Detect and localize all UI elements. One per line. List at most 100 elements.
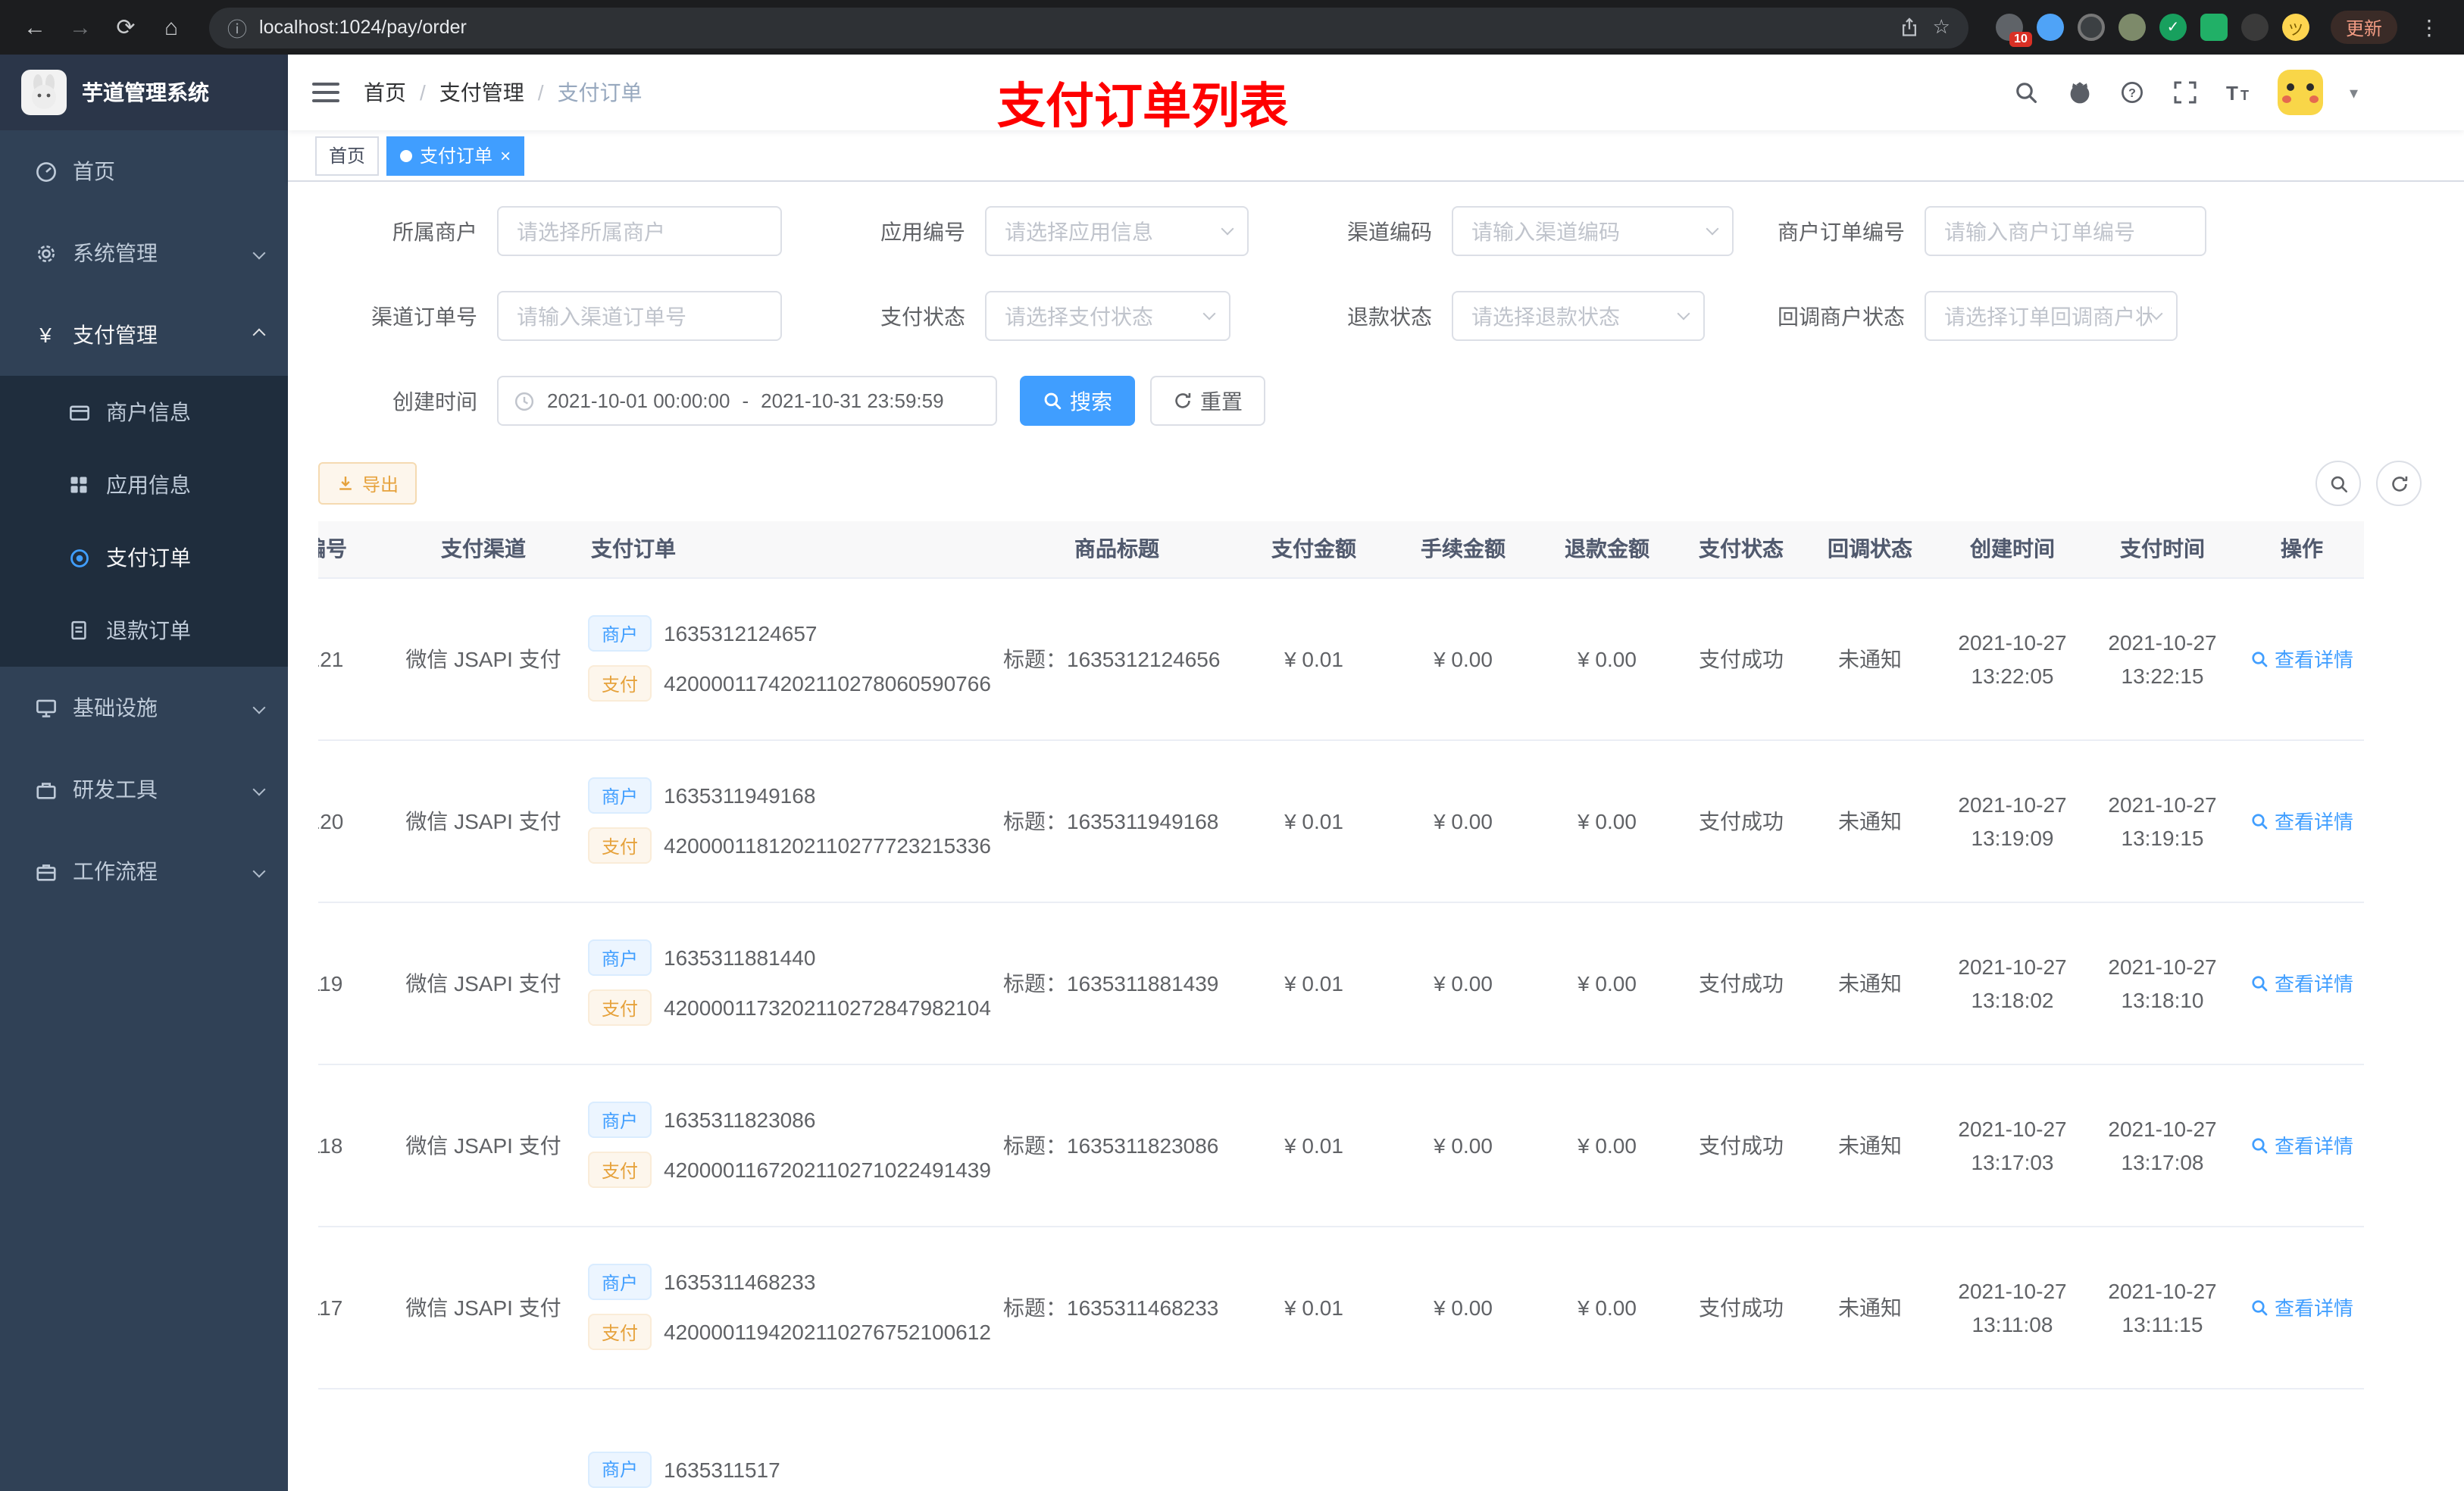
sidebar-item-home[interactable]: 首页 bbox=[0, 130, 288, 212]
create-date: 2021-10-27 bbox=[1958, 954, 2067, 978]
export-button[interactable]: 导出 bbox=[318, 462, 417, 505]
pay-tag: 支付 bbox=[588, 1314, 652, 1350]
view-detail-label: 查看详情 bbox=[2274, 973, 2353, 996]
logo-area[interactable]: 芋道管理系统 bbox=[0, 55, 288, 130]
app-select[interactable]: 请选择应用信息 bbox=[985, 206, 1249, 256]
browser-update-button[interactable]: 更新 bbox=[2330, 11, 2397, 44]
toggle-search-button[interactable] bbox=[2315, 461, 2361, 506]
fullscreen-icon[interactable] bbox=[2172, 79, 2200, 106]
pay-status-select[interactable]: 请选择支付状态 bbox=[985, 291, 1230, 341]
pay-channel: 微信 JSAPI 支付 bbox=[394, 1064, 573, 1227]
fee-amount: ¥ 0.00 bbox=[1391, 1226, 1535, 1389]
pay-amount: ¥ 0.01 bbox=[1237, 577, 1391, 740]
forward-icon[interactable]: → bbox=[61, 8, 100, 47]
merchant-order-no: 1635311949168 bbox=[664, 783, 816, 808]
sidebar-item-system[interactable]: 系统管理 bbox=[0, 212, 288, 294]
extension-grid-icon[interactable]: 10 bbox=[1995, 14, 2032, 47]
sidebar-item-refund-order[interactable]: 退款订单 bbox=[0, 594, 288, 667]
sidebar-item-pay-order[interactable]: 支付订单 bbox=[0, 521, 288, 594]
sidebar-item-label: 商户信息 bbox=[106, 400, 191, 424]
merchant-order-no-input[interactable] bbox=[1925, 206, 2206, 256]
export-button-label: 导出 bbox=[362, 474, 399, 495]
home-icon[interactable]: ⌂ bbox=[152, 8, 191, 47]
merchant-tag: 商户 bbox=[588, 1102, 652, 1138]
help-icon[interactable]: ? bbox=[2119, 79, 2147, 106]
extension-circle-icon[interactable] bbox=[2118, 14, 2146, 41]
filter-row-3: 创建时间 2021-10-01 00:00:00 - 2021-10-31 23… bbox=[318, 376, 2434, 426]
dashboard-icon bbox=[33, 159, 58, 183]
pay-time: 13:17:08 bbox=[2121, 1149, 2204, 1174]
breadcrumb: 首页 / 支付管理 / 支付订单 bbox=[364, 77, 643, 108]
notify-status-select[interactable]: 请选择订单回调商户状态 bbox=[1925, 291, 2178, 341]
tab-home[interactable]: 首页 bbox=[315, 136, 380, 175]
github-icon[interactable] bbox=[2066, 79, 2093, 106]
search-icon[interactable] bbox=[2013, 79, 2040, 106]
merchant-tag: 商户 bbox=[588, 615, 652, 652]
action-cell: 查看详情 bbox=[2237, 739, 2364, 902]
sidebar-item-workflow[interactable]: 工作流程 bbox=[0, 830, 288, 912]
breadcrumb-home[interactable]: 首页 bbox=[364, 77, 406, 108]
sidebar-item-infra[interactable]: 基础设施 bbox=[0, 667, 288, 749]
extension-ring-icon[interactable] bbox=[2077, 14, 2105, 41]
reset-button[interactable]: 重置 bbox=[1150, 376, 1265, 426]
extension-smiley-icon[interactable]: ツ bbox=[2281, 14, 2309, 41]
font-size-icon[interactable]: TT bbox=[2225, 79, 2253, 106]
share-icon[interactable] bbox=[1900, 17, 1921, 38]
refund-status-select[interactable]: 请选择退款状态 bbox=[1452, 291, 1705, 341]
search-button[interactable]: 搜索 bbox=[1020, 376, 1135, 426]
search-icon bbox=[2252, 1299, 2268, 1315]
reload-icon[interactable]: ⟳ bbox=[106, 8, 145, 47]
merchant-input[interactable] bbox=[497, 206, 782, 256]
back-icon[interactable]: ← bbox=[15, 8, 55, 47]
create-time-range-picker[interactable]: 2021-10-01 00:00:00 - 2021-10-31 23:59:5… bbox=[497, 376, 997, 426]
pay-order-line: 支付 4200001167202110271022491439 bbox=[588, 1152, 991, 1188]
notify-status: 未通知 bbox=[1803, 1226, 1937, 1389]
merchant-order-no: 1635311823086 bbox=[664, 1108, 816, 1132]
sidebar-item-app-info[interactable]: 应用信息 bbox=[0, 449, 288, 521]
pay-time: 13:19:15 bbox=[2121, 825, 2204, 849]
caret-down-icon[interactable]: ▾ bbox=[2350, 83, 2358, 102]
view-detail-link[interactable]: 查看详情 bbox=[2250, 1293, 2353, 1321]
extension-chat-icon[interactable] bbox=[2200, 14, 2228, 41]
toolbox-icon bbox=[33, 777, 58, 802]
sidebar-item-payment[interactable]: ¥ 支付管理 bbox=[0, 294, 288, 376]
refresh-table-button[interactable] bbox=[2376, 461, 2422, 506]
sidebar-item-dev-tools[interactable]: 研发工具 bbox=[0, 749, 288, 830]
browser-menu-icon[interactable]: ⋮ bbox=[2409, 14, 2449, 40]
select-placeholder: 请选择应用信息 bbox=[1005, 219, 1153, 243]
channel-code-select[interactable]: 请输入渠道编码 bbox=[1452, 206, 1734, 256]
pay-date: 2021-10-27 bbox=[2108, 954, 2217, 978]
tab-pay-order[interactable]: 支付订单 × bbox=[386, 136, 525, 175]
view-detail-link[interactable]: 查看详情 bbox=[2250, 1130, 2353, 1159]
hamburger-icon[interactable] bbox=[288, 80, 364, 105]
close-icon[interactable]: × bbox=[500, 146, 511, 164]
logo-avatar bbox=[21, 70, 67, 115]
merchant-label: 所属商户 bbox=[392, 219, 477, 243]
create-date: 2021-10-27 bbox=[1958, 630, 2067, 654]
address-bar[interactable]: ⓘ localhost:1024/pay/order ☆ bbox=[209, 7, 1968, 48]
view-detail-link[interactable]: 查看详情 bbox=[2250, 968, 2353, 997]
sidebar-item-label: 退款订单 bbox=[106, 618, 191, 642]
breadcrumb-pay-manage[interactable]: 支付管理 bbox=[439, 77, 524, 108]
user-avatar[interactable] bbox=[2278, 70, 2324, 115]
sidebar-item-merchant-info[interactable]: 商户信息 bbox=[0, 376, 288, 449]
extensions-area: 10 ✓ ツ bbox=[1995, 14, 2309, 47]
extension-check-icon[interactable]: ✓ bbox=[2159, 14, 2187, 41]
merchant-tag: 商户 bbox=[588, 1451, 652, 1487]
channel-order-no-input[interactable] bbox=[497, 291, 782, 341]
extension-drop-icon[interactable] bbox=[2036, 14, 2064, 41]
pay-order-line: 支付 4200001174202110278060590766 bbox=[588, 665, 991, 702]
pay-status: 支付成功 bbox=[1679, 1064, 1803, 1227]
right-toolbar bbox=[2315, 461, 2422, 506]
view-detail-link[interactable]: 查看详情 bbox=[2250, 806, 2353, 835]
bookmark-star-icon[interactable]: ☆ bbox=[1933, 15, 1950, 39]
merchant-order-line: 商户 1635311468233 bbox=[588, 1264, 988, 1300]
extension-pin-icon[interactable] bbox=[2240, 14, 2269, 41]
create-time-cell: 2021-10-27 13:22:05 bbox=[1937, 577, 2088, 740]
url-text[interactable]: localhost:1024/pay/order bbox=[259, 17, 467, 38]
view-detail-link[interactable]: 查看详情 bbox=[2250, 644, 2353, 673]
col-status: 支付状态 bbox=[1679, 521, 1803, 578]
site-info-icon[interactable]: ⓘ bbox=[227, 13, 247, 42]
table-row: 117 微信 JSAPI 支付 商户 1635311468233 支付 bbox=[318, 1226, 2364, 1389]
create-time: 13:19:09 bbox=[1971, 825, 2054, 849]
